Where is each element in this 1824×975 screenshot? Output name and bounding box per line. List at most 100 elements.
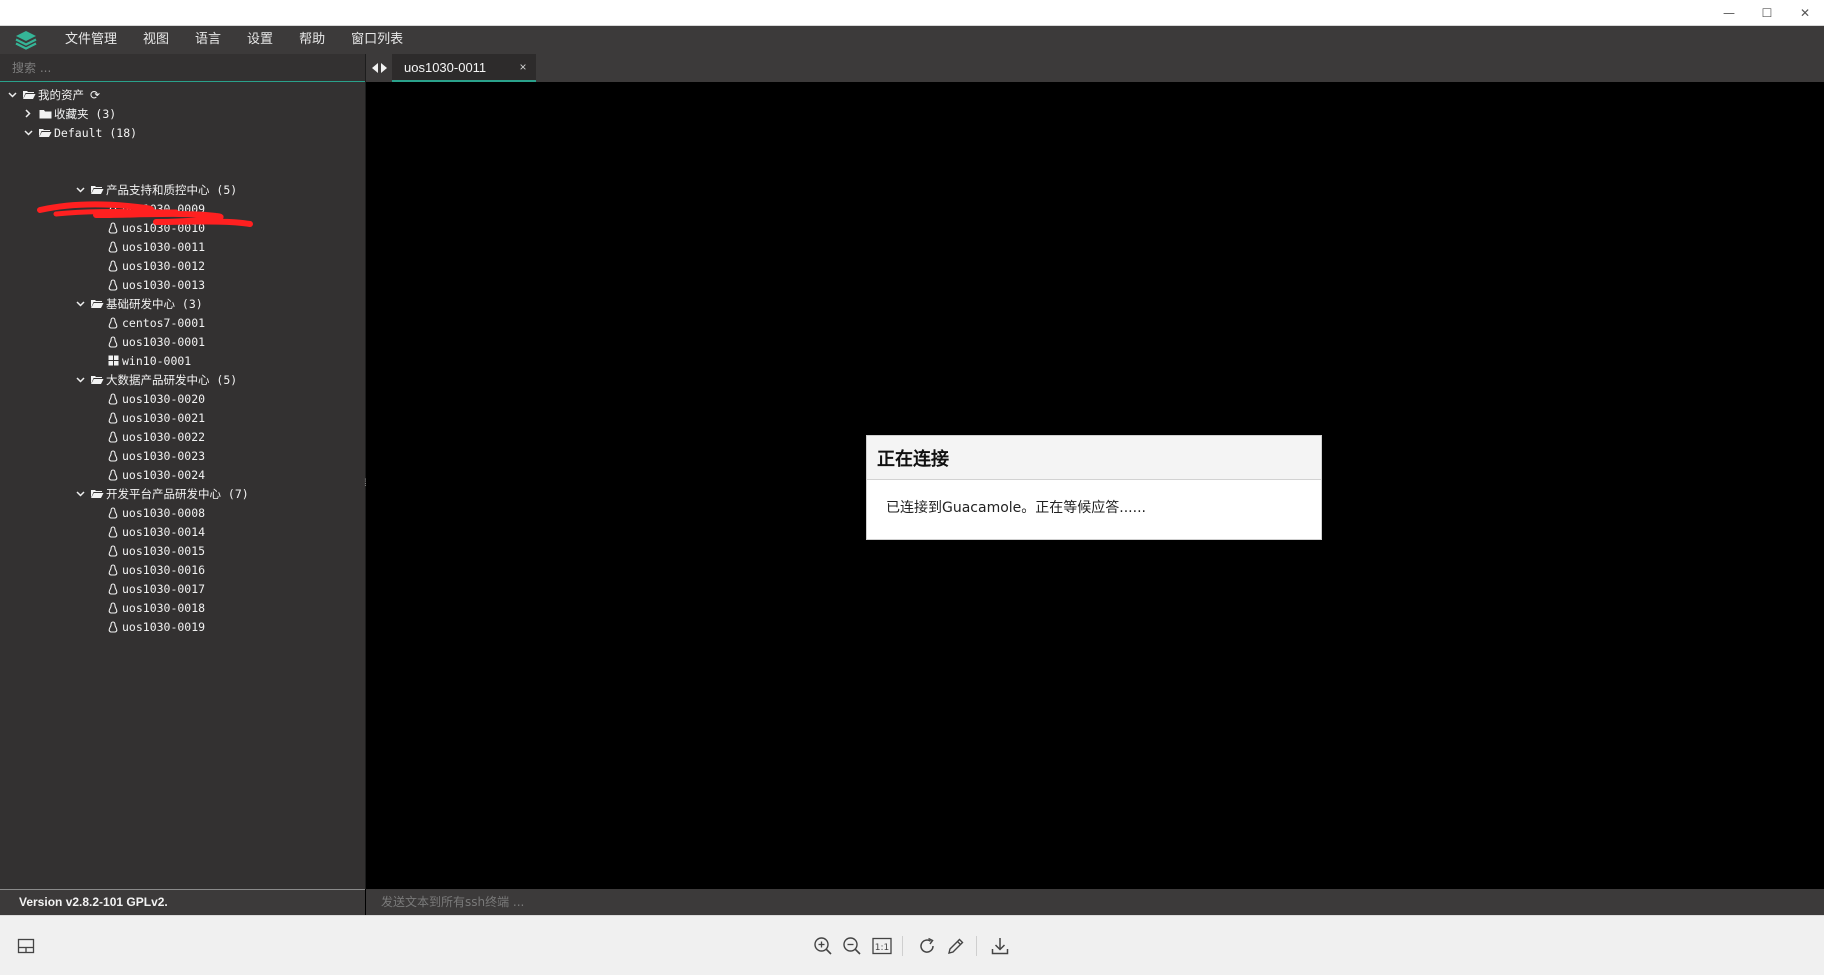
close-window-button[interactable]: ✕	[1786, 0, 1824, 26]
tree-folder-group[interactable]: 开发平台产品研发中心 (7)	[0, 484, 365, 503]
svg-text:1:1: 1:1	[875, 943, 889, 953]
chevron-down-icon[interactable]	[74, 180, 86, 199]
tree-host-item[interactable]: uos1030-0020	[0, 389, 365, 408]
linux-icon	[106, 468, 120, 482]
chevron-right-icon[interactable]	[22, 104, 34, 123]
tree-host-item[interactable]: uos1030-0011	[0, 237, 365, 256]
folder-open-icon	[38, 126, 52, 140]
menu-language[interactable]: 语言	[182, 26, 234, 54]
tree-root-label: 我的资产	[38, 87, 84, 102]
reconnect-button[interactable]	[915, 934, 939, 958]
minimize-button[interactable]: —	[1710, 0, 1748, 26]
tree-host-label: uos1030-0014	[122, 524, 206, 539]
chevron-down-icon[interactable]	[22, 123, 34, 142]
linux-icon	[106, 278, 120, 292]
menu-window-list[interactable]: 窗口列表	[338, 26, 416, 54]
linux-icon	[106, 392, 120, 406]
tree-host-item[interactable]: uos1030-0016	[0, 560, 365, 579]
tree-host-label: uos1030-0019	[122, 619, 206, 634]
pencil-icon	[948, 938, 964, 954]
remote-session-viewer[interactable]: 正在连接 已连接到Guacamole。正在等候应答......	[366, 82, 1824, 892]
linux-icon	[106, 316, 120, 330]
tree-host-item[interactable]: uos1030-0019	[0, 617, 365, 636]
linux-icon	[106, 563, 120, 577]
menu-view[interactable]: 视图	[130, 26, 182, 54]
tree-host-item[interactable]: uos1030-0014	[0, 522, 365, 541]
linux-icon	[106, 240, 120, 254]
chevron-down-icon[interactable]	[6, 85, 18, 104]
toolbar-divider	[976, 936, 977, 956]
tree-folder-group[interactable]: 产品支持和质控中心 (5)	[0, 180, 365, 199]
tree-host-item[interactable]: uos1030-0022	[0, 427, 365, 446]
caret-right-icon[interactable]	[380, 63, 387, 73]
menu-bar: 文件管理 视图 语言 设置 帮助 窗口列表	[0, 26, 1824, 54]
caret-left-icon[interactable]	[371, 63, 379, 73]
connecting-dialog: 正在连接 已连接到Guacamole。正在等候应答......	[866, 435, 1322, 540]
tree-host-item[interactable]: uos1030-0017	[0, 579, 365, 598]
dialog-message: 已连接到Guacamole。正在等候应答......	[886, 500, 1146, 516]
tree-root[interactable]: 我的资产 ⟳	[0, 85, 365, 104]
zoom-out-button[interactable]	[840, 934, 864, 958]
tree-folder-redacted[interactable]	[0, 142, 365, 161]
search-input[interactable]	[2, 54, 363, 81]
version-bar: Version v2.8.2-101 GPLv2.	[0, 889, 365, 915]
menu-file-manager[interactable]: 文件管理	[52, 26, 130, 54]
menu-settings[interactable]: 设置	[234, 26, 286, 54]
tree-folder-default[interactable]: Default (18)	[0, 123, 365, 142]
tree-host-item[interactable]: uos1030-0013	[0, 275, 365, 294]
asset-sidebar: 我的资产 ⟳ 收藏夹 (3) D	[0, 54, 365, 889]
chevron-down-icon[interactable]	[74, 294, 86, 313]
chevron-down-icon[interactable]	[74, 484, 86, 503]
tree-host-label: uos1030-0021	[122, 410, 206, 425]
tree-host-label: uos1030-0024	[122, 467, 206, 482]
tab-session-active[interactable]: uos1030-0011 ×	[392, 54, 536, 82]
linux-icon	[106, 335, 120, 349]
close-tab-icon[interactable]: ×	[514, 60, 532, 74]
menu-help[interactable]: 帮助	[286, 26, 338, 54]
layout-toggle-button[interactable]	[14, 934, 38, 958]
tree-folder-favorites[interactable]: 收藏夹 (3)	[0, 104, 365, 123]
folder-open-icon	[90, 487, 104, 501]
tree-folder-group[interactable]: 基础研发中心 (3)	[0, 294, 365, 313]
app-logo-icon	[0, 26, 52, 54]
tree-host-item[interactable]: uos1030-0012	[0, 256, 365, 275]
tree-folder-label: 产品支持和质控中心 (5)	[106, 182, 238, 197]
refresh-icon[interactable]: ⟳	[90, 88, 100, 102]
actual-size-icon: 1:1	[872, 937, 892, 955]
tree-folder-redacted[interactable]	[0, 161, 365, 180]
actual-size-button[interactable]: 1:1	[870, 934, 894, 958]
linux-icon	[106, 259, 120, 273]
broadcast-bar	[366, 889, 1824, 915]
tree-host-label: uos1030-0012	[122, 258, 206, 273]
window-controls: — ☐ ✕	[1710, 0, 1824, 26]
folder-open-icon	[22, 88, 36, 102]
tree-host-label: uos1030-0001	[122, 334, 206, 349]
tree-host-item[interactable]: uos1030-0023	[0, 446, 365, 465]
tree-host-item[interactable]: uos1030-0024	[0, 465, 365, 484]
tree-host-item[interactable]: uos1030-0018	[0, 598, 365, 617]
download-button[interactable]	[988, 934, 1012, 958]
window-title-bar: — ☐ ✕	[0, 0, 1824, 26]
tree-host-item[interactable]: uos1030-0021	[0, 408, 365, 427]
tree-host-item[interactable]: centos7-0001	[0, 313, 365, 332]
tree-folder-label: Default (18)	[54, 125, 138, 140]
tree-folder-group[interactable]: 大数据产品研发中心 (5)	[0, 370, 365, 389]
tree-host-label: uos1030-0011	[122, 239, 206, 254]
tree-host-label: uos1030-0023	[122, 448, 206, 463]
tree-host-item[interactable]: win10-0001	[0, 351, 365, 370]
linux-icon	[106, 449, 120, 463]
tree-host-item[interactable]: uos1030-0001	[0, 332, 365, 351]
tree-host-label: uos1030-0017	[122, 581, 206, 596]
layout-icon	[17, 938, 35, 954]
edit-button[interactable]	[944, 934, 968, 958]
zoom-in-button[interactable]	[811, 934, 835, 958]
broadcast-input[interactable]	[366, 889, 1824, 915]
tree-host-label: centos7-0001	[122, 315, 206, 330]
tree-host-item[interactable]: uos1030-0008	[0, 503, 365, 522]
tree-host-item[interactable]: uos1030-0015	[0, 541, 365, 560]
bottom-toolbar: 1:1	[0, 915, 1824, 975]
folder-open-icon	[90, 373, 104, 387]
maximize-button[interactable]: ☐	[1748, 0, 1786, 26]
tree-host-label: uos1030-0018	[122, 600, 206, 615]
chevron-down-icon[interactable]	[74, 370, 86, 389]
